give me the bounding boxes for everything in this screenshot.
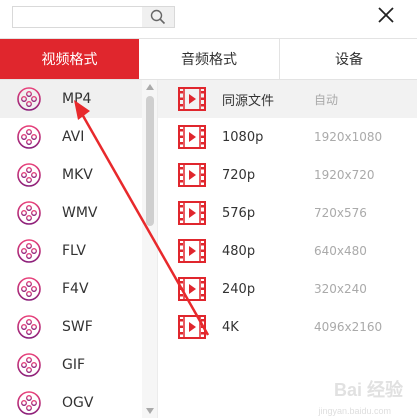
watermark-url: jingyan.baidu.com: [318, 406, 391, 416]
quality-name: 1080p: [222, 129, 264, 145]
format-label: MP4: [62, 91, 92, 107]
quality-list: 同源文件 自动 1080p 1920x1080 720p 1920x720 576p 720x…: [158, 80, 417, 418]
quality-resolution: 1920x720: [314, 168, 375, 182]
format-label: SWF: [62, 319, 93, 335]
film-reel-icon: [17, 125, 41, 149]
tab-device[interactable]: 设备: [280, 39, 417, 79]
scroll-down-icon[interactable]: [145, 407, 155, 415]
quality-resolution: 1920x1080: [314, 130, 383, 144]
search-box: [12, 6, 175, 28]
format-item-ogv[interactable]: OGV: [0, 384, 142, 418]
film-reel-icon: [17, 163, 41, 187]
quality-name: 576p: [222, 205, 256, 221]
scroll-thumb[interactable]: [146, 96, 154, 226]
format-item-flv[interactable]: FLV: [0, 232, 142, 270]
tab-video-format[interactable]: 视频格式: [0, 39, 139, 79]
format-label: MKV: [62, 167, 93, 183]
quality-resolution: 自动: [314, 92, 339, 107]
film-reel-icon: [17, 201, 41, 225]
search-icon: [150, 9, 166, 25]
film-reel-icon: [17, 315, 41, 339]
quality-name: 同源文件: [222, 93, 275, 109]
quality-resolution: 640x480: [314, 244, 367, 258]
quality-row[interactable]: 同源文件 自动: [158, 80, 417, 118]
format-item-gif[interactable]: GIF: [0, 346, 142, 384]
format-label: F4V: [62, 281, 89, 297]
film-strip-play-icon: [178, 277, 206, 301]
quality-name: 4K: [222, 319, 239, 335]
quality-name: 240p: [222, 281, 256, 297]
film-strip-play-icon: [178, 87, 206, 111]
film-strip-play-icon: [178, 163, 206, 187]
format-label: OGV: [62, 395, 94, 411]
quality-name: 720p: [222, 167, 256, 183]
film-strip-play-icon: [178, 201, 206, 225]
format-item-swf[interactable]: SWF: [0, 308, 142, 346]
quality-row[interactable]: 4K 4096x2160: [158, 308, 417, 346]
format-item-mkv[interactable]: MKV: [0, 156, 142, 194]
film-reel-icon: [17, 87, 41, 111]
quality-row[interactable]: 576p 720x576: [158, 194, 417, 232]
film-reel-icon: [17, 391, 41, 415]
film-strip-play-icon: [178, 315, 206, 339]
format-label: FLV: [62, 243, 86, 259]
format-item-mp4[interactable]: MP4: [0, 80, 142, 118]
tab-bar: 视频格式 音频格式 设备: [0, 38, 417, 80]
quality-row[interactable]: 240p 320x240: [158, 270, 417, 308]
watermark: Bai 经验: [333, 380, 403, 400]
format-label: AVI: [62, 129, 85, 145]
quality-row[interactable]: 480p 640x480: [158, 232, 417, 270]
quality-name: 480p: [222, 243, 256, 259]
format-item-f4v[interactable]: F4V: [0, 270, 142, 308]
tab-audio-format[interactable]: 音频格式: [139, 39, 280, 79]
format-item-wmv[interactable]: WMV: [0, 194, 142, 232]
quality-row[interactable]: 1080p 1920x1080: [158, 118, 417, 156]
format-list: MP4 AVI MKV WMV FLV F4V SWF GIF OGV: [0, 80, 158, 418]
quality-resolution: 320x240: [314, 282, 367, 296]
film-strip-play-icon: [178, 125, 206, 149]
film-reel-icon: [17, 353, 41, 377]
quality-resolution: 4096x2160: [314, 320, 383, 334]
toolbar: [0, 0, 417, 38]
quality-row[interactable]: 720p 1920x720: [158, 156, 417, 194]
film-strip-play-icon: [178, 239, 206, 263]
film-reel-icon: [17, 239, 41, 263]
format-item-avi[interactable]: AVI: [0, 118, 142, 156]
scroll-up-icon[interactable]: [145, 83, 155, 91]
quality-resolution: 720x576: [314, 206, 367, 220]
film-reel-icon: [17, 277, 41, 301]
close-icon[interactable]: [377, 6, 395, 24]
format-list-scrollbar[interactable]: [142, 80, 157, 418]
format-label: GIF: [62, 357, 86, 373]
format-label: WMV: [62, 205, 98, 221]
search-input[interactable]: [13, 7, 153, 27]
search-button[interactable]: [142, 7, 174, 27]
